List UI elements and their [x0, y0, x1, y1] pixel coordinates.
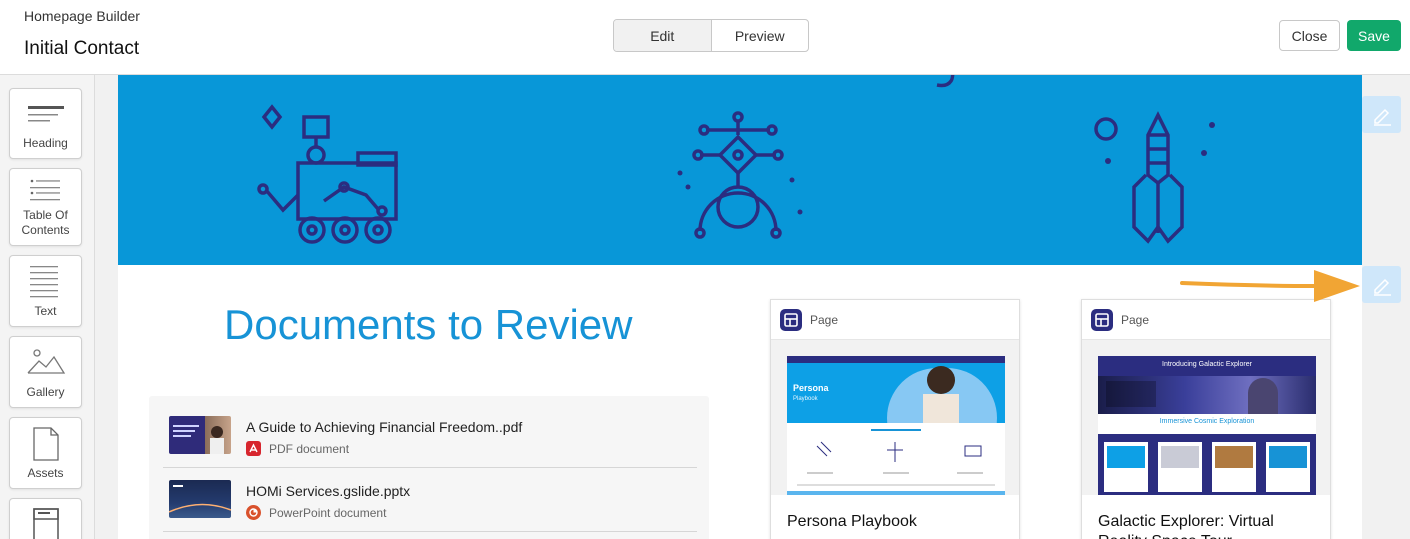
tab-preview[interactable]: Preview: [712, 20, 809, 51]
card-type-label: Page: [810, 313, 839, 327]
builder-header: Homepage Builder Initial Contact Edit Pr…: [0, 0, 1410, 75]
document-thumbnail: [169, 416, 231, 454]
card-thumb-subheading: Immersive Cosmic Exploration: [1159, 418, 1255, 425]
tool-heading-label: Heading: [23, 136, 68, 150]
card-title: Galactic Explorer: Virtual Reality Space…: [1098, 513, 1274, 539]
page-icon: [1091, 309, 1113, 331]
gallery-icon: [27, 349, 66, 374]
document-type: PDF document: [269, 442, 350, 456]
tool-assets-label: Assets: [27, 466, 64, 480]
document-thumbnail-art: [173, 425, 224, 454]
tool-table-of-contents-label: Table Of Contents: [21, 208, 70, 237]
document-list: A Guide to Achieving Financial Freedom..…: [149, 396, 709, 539]
page-title: Initial Contact: [24, 38, 140, 59]
heading-icon: [28, 106, 64, 122]
edit-documents-button[interactable]: [1362, 266, 1401, 303]
tool-text[interactable]: Text: [9, 255, 82, 327]
page-card[interactable]: Page Persona Playbook Persona Playbook: [770, 299, 1020, 539]
tool-gallery-label: Gallery: [26, 385, 65, 399]
app-name: Homepage Builder: [24, 8, 140, 24]
card-type-label: Page: [1121, 313, 1150, 327]
tool-more[interactable]: [9, 498, 82, 539]
documents-heading: Documents to Review: [224, 301, 633, 348]
tool-gallery[interactable]: Gallery: [9, 336, 82, 408]
pdf-icon: [246, 441, 261, 456]
rover-icon: [261, 104, 283, 130]
tab-edit[interactable]: Edit: [614, 20, 712, 51]
edit-banner-button[interactable]: [1362, 96, 1401, 133]
card-header: Page: [771, 300, 1019, 340]
document-row[interactable]: HOMi Services.gslide.pptx PowerPoint doc…: [163, 470, 697, 532]
card-thumb-icons: [797, 441, 995, 486]
table-of-contents-icon: [30, 179, 60, 201]
document-row[interactable]: A Guide to Achieving Financial Freedom..…: [163, 406, 697, 468]
page-icon: [780, 309, 802, 331]
text-icon: [30, 266, 58, 298]
card-thumb-heading: Introducing Galactic Explorer: [1162, 361, 1252, 368]
tool-table-of-contents[interactable]: Table Of Contents: [9, 168, 82, 246]
tool-assets[interactable]: Assets: [9, 417, 82, 489]
pencil-icon: [1373, 278, 1391, 296]
page-card[interactable]: Page Introducing Galactic Explorer Immer…: [1081, 299, 1331, 539]
card-thumbnail: Persona Playbook: [771, 340, 1019, 495]
layout-icon: [33, 508, 59, 539]
mode-toggle: Edit Preview: [613, 19, 809, 52]
document-thumbnail: [169, 480, 231, 518]
card-title: Persona Playbook: [787, 513, 917, 530]
tool-heading[interactable]: Heading: [9, 88, 82, 159]
card-thumb-subheading: Playbook: [793, 396, 818, 402]
card-thumbnail: Introducing Galactic Explorer Immersive …: [1082, 340, 1330, 495]
hero-banner: [118, 75, 1362, 265]
document-type: PowerPoint document: [269, 506, 387, 520]
card-thumb-heading: Persona: [793, 383, 829, 393]
powerpoint-icon: [246, 505, 261, 520]
document-icon: [33, 427, 59, 461]
banner-illustration: [257, 75, 1215, 244]
documents-section: Documents to Review A Guide to Achieving…: [118, 265, 1362, 539]
component-sidebar: Heading Table Of Contents Text Gallery A…: [0, 75, 95, 539]
annotation-arrow: [1180, 270, 1360, 302]
document-thumbnail-art: [169, 485, 231, 513]
card-header: Page: [1082, 300, 1330, 340]
document-name: A Guide to Achieving Financial Freedom..…: [246, 419, 523, 435]
close-button[interactable]: Close: [1279, 20, 1340, 51]
page-canvas: Documents to Review A Guide to Achieving…: [96, 75, 1410, 539]
pencil-icon: [1373, 108, 1391, 126]
document-name: HOMi Services.gslide.pptx: [246, 483, 411, 499]
tool-text-label: Text: [34, 304, 57, 318]
save-button[interactable]: Save: [1347, 20, 1401, 51]
